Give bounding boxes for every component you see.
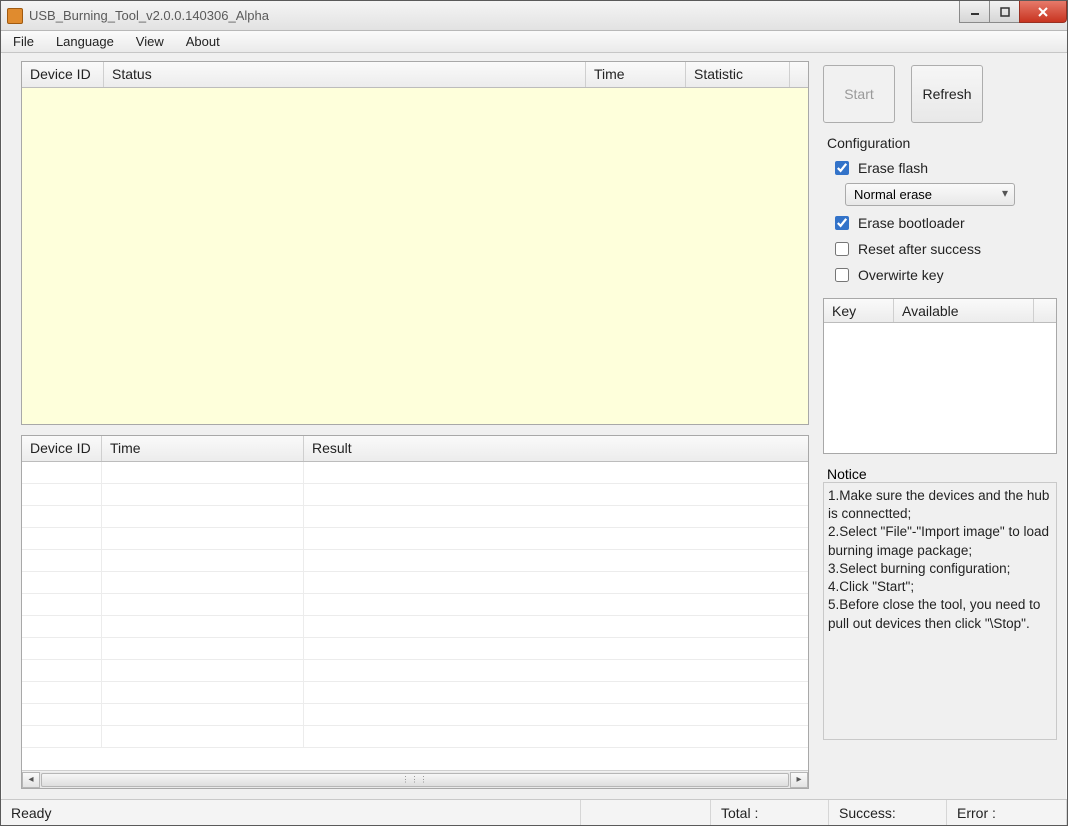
maximize-button[interactable] — [989, 1, 1019, 23]
overwrite-key-input[interactable] — [835, 268, 849, 282]
table-row — [22, 704, 808, 726]
table-row — [22, 594, 808, 616]
result-hscrollbar[interactable]: ◂ ⋮⋮⋮ ▸ — [22, 770, 808, 788]
scroll-left-icon[interactable]: ◂ — [22, 772, 40, 788]
overwrite-key-checkbox[interactable]: Overwirte key — [823, 262, 1057, 288]
table-row — [22, 660, 808, 682]
status-gap — [581, 800, 711, 825]
device-col-time[interactable]: Time — [586, 62, 686, 87]
status-total: Total : — [711, 800, 829, 825]
scroll-right-icon[interactable]: ▸ — [790, 772, 808, 788]
reset-after-success-input[interactable] — [835, 242, 849, 256]
configuration-title: Configuration — [827, 135, 1057, 151]
window: USB_Burning_Tool_v2.0.0.140306_Alpha Fil… — [0, 0, 1068, 826]
table-row — [22, 726, 808, 748]
table-row — [22, 484, 808, 506]
result-grid-body — [22, 462, 808, 770]
erase-bootloader-label: Erase bootloader — [858, 215, 965, 231]
result-col-time[interactable]: Time — [102, 436, 304, 461]
table-row — [22, 462, 808, 484]
erase-flash-input[interactable] — [835, 161, 849, 175]
client-area: Device ID Status Time Statistic Device I… — [7, 55, 1061, 795]
minimize-button[interactable] — [959, 1, 989, 23]
status-success: Success: — [829, 800, 947, 825]
key-col-available[interactable]: Available — [894, 299, 1034, 322]
erase-mode-value: Normal erase — [854, 187, 932, 202]
menubar: File Language View About — [1, 31, 1067, 53]
start-button[interactable]: Start — [823, 65, 895, 123]
key-col-pad — [1034, 299, 1056, 322]
reset-after-success-label: Reset after success — [858, 241, 981, 257]
erase-mode-select[interactable]: Normal erase — [845, 183, 1015, 206]
erase-flash-label: Erase flash — [858, 160, 928, 176]
result-col-id[interactable]: Device ID — [22, 436, 102, 461]
scroll-thumb[interactable]: ⋮⋮⋮ — [41, 773, 789, 787]
configuration-group: Configuration Erase flash Normal erase E… — [823, 135, 1057, 288]
table-row — [22, 638, 808, 660]
device-grid-header: Device ID Status Time Statistic — [22, 62, 808, 88]
device-grid: Device ID Status Time Statistic — [21, 61, 809, 425]
key-col-key[interactable]: Key — [824, 299, 894, 322]
device-col-status[interactable]: Status — [104, 62, 586, 87]
close-button[interactable] — [1019, 1, 1067, 23]
overwrite-key-label: Overwirte key — [858, 267, 944, 283]
erase-bootloader-checkbox[interactable]: Erase bootloader — [823, 210, 1057, 236]
table-row — [22, 572, 808, 594]
table-row — [22, 682, 808, 704]
right-column: Start Refresh Configuration Erase flash … — [823, 61, 1057, 789]
table-row — [22, 550, 808, 572]
app-icon — [7, 8, 23, 24]
left-column: Device ID Status Time Statistic Device I… — [21, 61, 809, 789]
result-col-result[interactable]: Result — [304, 436, 808, 461]
notice-line-5: 5.Before close the tool, you need to pul… — [828, 596, 1050, 632]
key-grid-body — [824, 323, 1056, 453]
menu-view[interactable]: View — [132, 32, 168, 51]
action-buttons: Start Refresh — [823, 65, 1057, 123]
device-col-id[interactable]: Device ID — [22, 62, 104, 87]
notice-line-2: 2.Select "File"-"Import image" to load b… — [828, 523, 1050, 559]
key-grid: Key Available — [823, 298, 1057, 454]
device-grid-body — [22, 88, 808, 424]
status-error: Error : — [947, 800, 1067, 825]
result-grid: Device ID Time Result — [21, 435, 809, 789]
table-row — [22, 528, 808, 550]
device-col-pad — [790, 62, 808, 87]
scroll-track[interactable]: ⋮⋮⋮ — [40, 772, 790, 788]
result-grid-header: Device ID Time Result — [22, 436, 808, 462]
key-grid-header: Key Available — [824, 299, 1056, 323]
window-controls — [959, 1, 1067, 23]
table-row — [22, 616, 808, 638]
menu-file[interactable]: File — [9, 32, 38, 51]
reset-after-success-checkbox[interactable]: Reset after success — [823, 236, 1057, 262]
statusbar: Ready Total : Success: Error : — [1, 799, 1067, 825]
window-title: USB_Burning_Tool_v2.0.0.140306_Alpha — [29, 8, 269, 23]
notice-line-1: 1.Make sure the devices and the hub is c… — [828, 487, 1050, 523]
device-col-statistic[interactable]: Statistic — [686, 62, 790, 87]
notice-box: 1.Make sure the devices and the hub is c… — [823, 482, 1057, 740]
titlebar: USB_Burning_Tool_v2.0.0.140306_Alpha — [1, 1, 1067, 31]
notice-title: Notice — [827, 466, 1057, 482]
table-row — [22, 506, 808, 528]
refresh-button[interactable]: Refresh — [911, 65, 983, 123]
status-ready: Ready — [1, 800, 581, 825]
menu-language[interactable]: Language — [52, 32, 118, 51]
erase-flash-checkbox[interactable]: Erase flash — [823, 155, 1057, 181]
notice-line-4: 4.Click "Start"; — [828, 578, 1050, 596]
menu-about[interactable]: About — [182, 32, 224, 51]
notice-line-3: 3.Select burning configuration; — [828, 560, 1050, 578]
erase-bootloader-input[interactable] — [835, 216, 849, 230]
